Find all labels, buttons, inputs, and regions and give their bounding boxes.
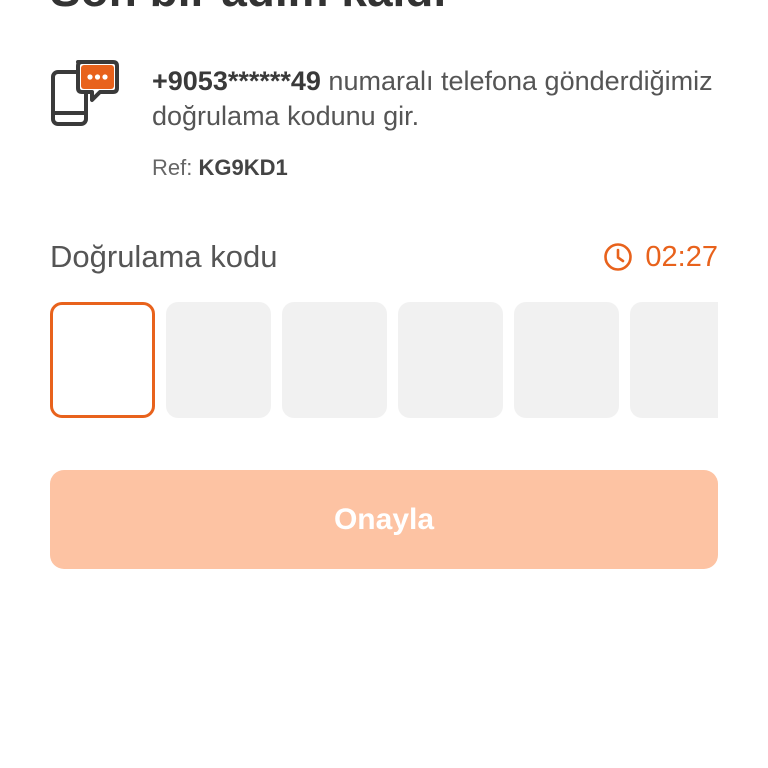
reference-label: Ref: bbox=[152, 155, 199, 180]
code-digit-2[interactable] bbox=[166, 302, 271, 418]
phone-chat-icon bbox=[50, 58, 120, 128]
confirm-button[interactable]: Onayla bbox=[50, 470, 718, 569]
masked-phone-number: +9053******49 bbox=[152, 66, 321, 96]
code-digit-3[interactable] bbox=[282, 302, 387, 418]
code-digit-4[interactable] bbox=[398, 302, 503, 418]
code-digit-6[interactable] bbox=[630, 302, 718, 418]
reference-value: KG9KD1 bbox=[198, 155, 288, 180]
page-title: Son bir adım kaldı bbox=[50, 0, 446, 18]
code-digit-5[interactable] bbox=[514, 302, 619, 418]
countdown-timer: 02:27 bbox=[603, 238, 718, 276]
verification-code-inputs bbox=[50, 302, 718, 418]
timer-value: 02:27 bbox=[645, 241, 718, 273]
clock-icon bbox=[603, 242, 633, 272]
code-digit-1[interactable] bbox=[50, 302, 155, 418]
verification-message: +9053******49 numaralı telefona gönderdi… bbox=[152, 64, 732, 134]
reference-code: Ref: KG9KD1 bbox=[152, 154, 288, 182]
verification-code-label: Doğrulama kodu bbox=[50, 239, 278, 274]
